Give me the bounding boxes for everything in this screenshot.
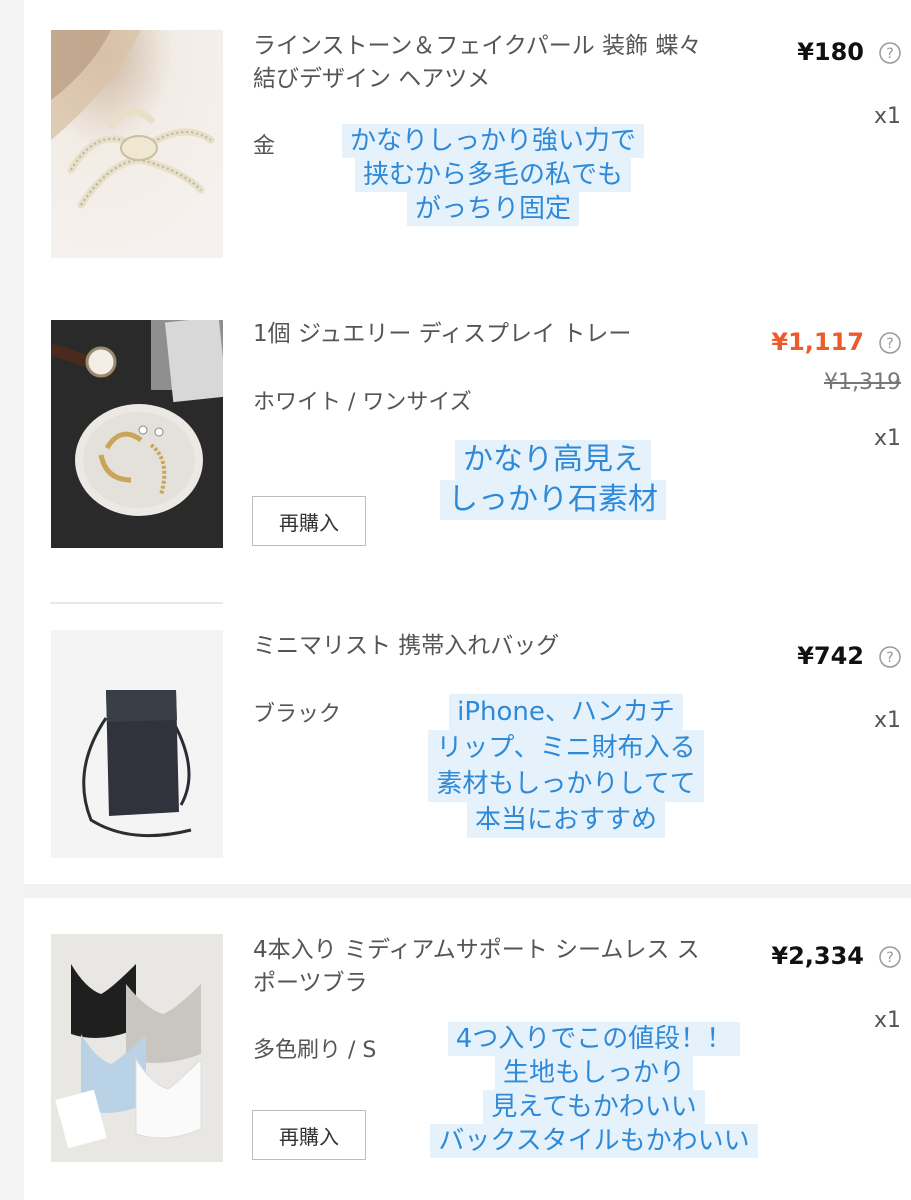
product-quantity: x1: [873, 708, 901, 733]
product-title[interactable]: 1個 ジュエリー ディスプレイ トレー: [253, 318, 703, 351]
note-line: がっちり固定: [406, 192, 579, 226]
note-line: 4つ入りでこの値段！！: [447, 1022, 741, 1056]
product-image-jewelry-tray[interactable]: [51, 320, 223, 548]
product-price: ¥1,117: [771, 328, 864, 356]
note-line: リップ、ミニ財布入る: [428, 730, 704, 766]
rebuy-button[interactable]: 再購入: [252, 496, 366, 546]
review-note: かなり高見え しっかり石素材: [408, 440, 698, 520]
order-item-4[interactable]: 4本入り ミディアムサポート シームレス スポーツブラ 多色刷り / S ¥2,…: [24, 898, 911, 1200]
order-item-3[interactable]: ミニマリスト 携帯入れバッグ ブラック ¥742 ? x1 iPhone、ハンカ…: [24, 604, 911, 884]
svg-text:?: ?: [886, 950, 893, 966]
product-title[interactable]: ミニマリスト 携帯入れバッグ: [253, 630, 703, 663]
svg-text:?: ?: [886, 46, 893, 62]
note-line: 素材もしっかりしてて: [428, 766, 704, 802]
question-circle-icon[interactable]: ?: [879, 332, 901, 354]
note-line: バックスタイルもかわいい: [430, 1124, 758, 1158]
product-variant: 金: [253, 134, 276, 159]
note-line: 本当におすすめ: [466, 802, 665, 838]
product-variant: ホワイト / ワンサイズ: [253, 390, 472, 415]
note-line: 生地もしっかり: [494, 1056, 693, 1090]
note-line: しっかり石素材: [440, 480, 666, 520]
product-variant: 多色刷り / S: [253, 1038, 377, 1063]
product-title[interactable]: ラインストーン＆フェイクパール 装飾 蝶々結びデザイン ヘアツメ: [253, 30, 703, 96]
left-margin: [0, 0, 24, 1200]
order-item-2[interactable]: 1個 ジュエリー ディスプレイ トレー ホワイト / ワンサイズ ¥1,117 …: [24, 290, 911, 600]
product-price: ¥2,334: [771, 942, 864, 970]
note-line: かなり高見え: [455, 440, 651, 480]
note-line: 見えてもかわいい: [483, 1090, 705, 1124]
product-image-sports-bra[interactable]: [51, 934, 223, 1162]
rebuy-button[interactable]: 再購入: [252, 1110, 366, 1160]
product-image-hair-claw[interactable]: [51, 30, 223, 258]
product-price: ¥180: [797, 38, 864, 66]
svg-text:?: ?: [886, 336, 893, 352]
phone-bag-photo: [51, 630, 223, 858]
svg-text:?: ?: [886, 650, 893, 666]
product-price: ¥742: [797, 642, 864, 670]
question-circle-icon[interactable]: ?: [879, 646, 901, 668]
jewelry-tray-photo: [51, 320, 223, 548]
question-circle-icon[interactable]: ?: [879, 42, 901, 64]
product-quantity: x1: [873, 1008, 901, 1033]
note-line: 挟むから多毛の私でも: [354, 158, 631, 192]
product-variant: ブラック: [253, 702, 342, 727]
note-line: かなりしっかり強い力で: [341, 124, 644, 158]
hair-claw-photo: [51, 30, 223, 258]
question-circle-icon[interactable]: ?: [879, 946, 901, 968]
note-line: iPhone、ハンカチ: [449, 694, 683, 730]
product-quantity: x1: [873, 104, 901, 129]
product-quantity: x1: [873, 426, 901, 451]
original-price: ¥1,319: [824, 370, 901, 395]
review-note: 4つ入りでこの値段！！ 生地もしっかり 見えてもかわいい バックスタイルもかわい…: [394, 1022, 794, 1158]
order-item-1[interactable]: ラインストーン＆フェイクパール 装飾 蝶々結びデザイン ヘアツメ 金 ¥180 …: [24, 0, 911, 290]
sports-bra-photo: [51, 934, 223, 1162]
product-image-phone-bag[interactable]: [51, 630, 223, 858]
review-note: iPhone、ハンカチ リップ、ミニ財布入る 素材もしっかりしてて 本当におすす…: [396, 694, 736, 838]
product-title[interactable]: 4本入り ミディアムサポート シームレス スポーツブラ: [253, 934, 703, 1000]
review-note: かなりしっかり強い力で 挟むから多毛の私でも がっちり固定: [318, 124, 668, 226]
section-divider: [24, 884, 911, 898]
